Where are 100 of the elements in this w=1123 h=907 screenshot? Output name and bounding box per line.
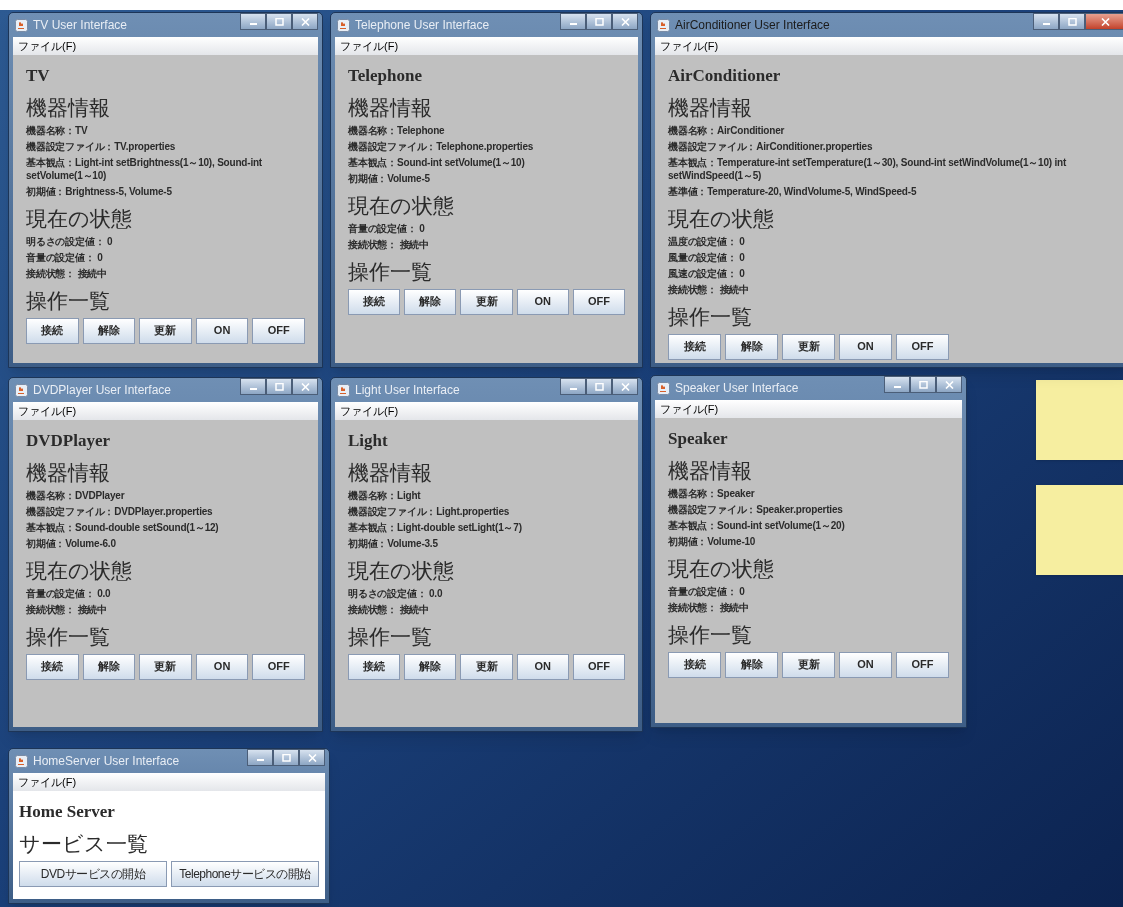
- close-button[interactable]: [1085, 13, 1123, 30]
- section-heading: 操作一覧: [668, 621, 753, 648]
- close-button[interactable]: [292, 378, 318, 395]
- menu-item[interactable]: ファイル(F): [338, 402, 401, 420]
- maximize-button[interactable]: [910, 376, 936, 393]
- minimize-button[interactable]: [560, 13, 586, 30]
- app-icon: [657, 381, 670, 395]
- action-button[interactable]: ON: [195, 653, 249, 680]
- action-button[interactable]: 更新: [782, 333, 835, 360]
- info-text: 初期値：Volume-5: [348, 171, 431, 185]
- action-button[interactable]: 更新: [460, 653, 513, 680]
- action-button[interactable]: OFF: [252, 653, 305, 680]
- info-text: 基本観点：Temperature-int setTemperature(1～30), Sound-int setWindVolume(1～10) int setWindSpeed(1～5): [668, 155, 1068, 182]
- info-text: 音量の設定値： 0: [668, 584, 746, 598]
- section-heading: 現在の状態: [26, 557, 133, 584]
- action-button[interactable]: OFF: [572, 653, 625, 680]
- action-button[interactable]: DVDサービスの開始: [19, 860, 167, 887]
- section-heading: 機器情報: [348, 94, 433, 121]
- section-heading: 機器情報: [348, 459, 433, 486]
- window-title: DVDPlayer User Interface: [33, 382, 172, 399]
- device-name: Light: [348, 430, 389, 452]
- menu-item[interactable]: ファイル(F): [16, 37, 79, 55]
- info-text: 初期値：Volume-3.5: [348, 536, 439, 550]
- action-button[interactable]: 接続: [26, 317, 79, 344]
- action-button[interactable]: OFF: [252, 317, 305, 344]
- section-heading: サービス一覧: [19, 830, 149, 857]
- action-button[interactable]: 解除: [82, 317, 136, 344]
- action-button[interactable]: 更新: [139, 317, 192, 344]
- close-icon: [300, 17, 310, 26]
- section-heading: 現在の状態: [668, 205, 775, 232]
- action-button[interactable]: OFF: [896, 333, 949, 360]
- action-button[interactable]: 解除: [725, 333, 778, 360]
- action-button[interactable]: 解除: [404, 653, 457, 680]
- action-button[interactable]: ON: [839, 651, 892, 678]
- maximize-icon: [1067, 17, 1077, 26]
- section-heading: 機器情報: [668, 94, 753, 121]
- menu-item[interactable]: ファイル(F): [16, 773, 79, 791]
- action-button[interactable]: OFF: [896, 651, 949, 678]
- action-button[interactable]: ON: [516, 653, 569, 680]
- action-button[interactable]: ON: [195, 317, 249, 344]
- menu-item[interactable]: ファイル(F): [658, 400, 721, 418]
- action-button[interactable]: 接続: [668, 651, 721, 678]
- maximize-button[interactable]: [273, 749, 299, 766]
- close-button[interactable]: [612, 13, 638, 30]
- info-text: 基準値：Temperature-20, WindVolume-5, WindSpeed-5: [668, 184, 918, 198]
- info-text: 機器設定ファイル：TV.properties: [26, 139, 177, 153]
- action-button[interactable]: 解除: [82, 653, 136, 680]
- menu-item[interactable]: ファイル(F): [16, 402, 79, 420]
- action-button[interactable]: OFF: [572, 288, 625, 315]
- app-icon: [15, 754, 28, 768]
- maximize-icon: [281, 753, 291, 762]
- section-heading: 機器情報: [26, 94, 111, 121]
- info-text: 接続状態： 接続中: [26, 266, 108, 280]
- minimize-button[interactable]: [247, 749, 273, 766]
- section-heading: 機器情報: [26, 459, 111, 486]
- close-button[interactable]: [299, 749, 325, 766]
- section-heading: 操作一覧: [348, 258, 433, 285]
- app-icon: [15, 18, 28, 32]
- action-button[interactable]: 更新: [139, 653, 192, 680]
- menu-item[interactable]: ファイル(F): [338, 37, 401, 55]
- app-icon: [15, 383, 28, 397]
- minimize-button[interactable]: [884, 376, 910, 393]
- info-text: 風速の設定値： 0: [668, 266, 746, 280]
- maximize-button[interactable]: [1059, 13, 1085, 30]
- close-button[interactable]: [936, 376, 962, 393]
- action-button[interactable]: 接続: [348, 288, 401, 315]
- info-text: 初期値：Volume-6.0: [26, 536, 117, 550]
- info-text: 基本観点：Sound-int setVolume(1～20): [668, 518, 846, 532]
- info-text: 接続状態： 接続中: [668, 600, 750, 614]
- action-button[interactable]: 解除: [404, 288, 457, 315]
- minimize-button[interactable]: [240, 378, 266, 395]
- info-text: 機器名称：DVDPlayer: [26, 488, 126, 502]
- maximize-button[interactable]: [266, 13, 292, 30]
- action-button[interactable]: ON: [839, 333, 892, 360]
- maximize-button[interactable]: [586, 378, 612, 395]
- action-button[interactable]: Telephoneサービスの開始: [171, 860, 319, 887]
- action-button[interactable]: 更新: [782, 651, 835, 678]
- maximize-button[interactable]: [586, 13, 612, 30]
- action-button[interactable]: 接続: [668, 333, 721, 360]
- minimize-button[interactable]: [240, 13, 266, 30]
- menu-item[interactable]: ファイル(F): [658, 37, 721, 55]
- action-button[interactable]: 解除: [725, 651, 778, 678]
- window-title: HomeServer User Interface: [33, 753, 180, 770]
- info-text: 初期値：Brightness-5, Volume-5: [26, 184, 173, 198]
- minimize-button[interactable]: [1033, 13, 1059, 30]
- close-button[interactable]: [612, 378, 638, 395]
- close-button[interactable]: [292, 13, 318, 30]
- minimize-button[interactable]: [560, 378, 586, 395]
- action-button[interactable]: 接続: [348, 653, 401, 680]
- info-text: 明るさの設定値： 0: [26, 234, 114, 248]
- action-button[interactable]: 接続: [26, 653, 79, 680]
- action-button[interactable]: 更新: [460, 288, 513, 315]
- maximize-button[interactable]: [266, 378, 292, 395]
- device-name: Speaker: [668, 428, 729, 450]
- info-text: 基本観点：Sound-double setSound(1～12): [26, 520, 220, 534]
- action-button[interactable]: ON: [516, 288, 569, 315]
- info-text: 機器名称：Light: [348, 488, 422, 502]
- device-name: Telephone: [348, 65, 423, 87]
- info-text: 風量の設定値： 0: [668, 250, 746, 264]
- window-title: Light User Interface: [355, 382, 460, 399]
